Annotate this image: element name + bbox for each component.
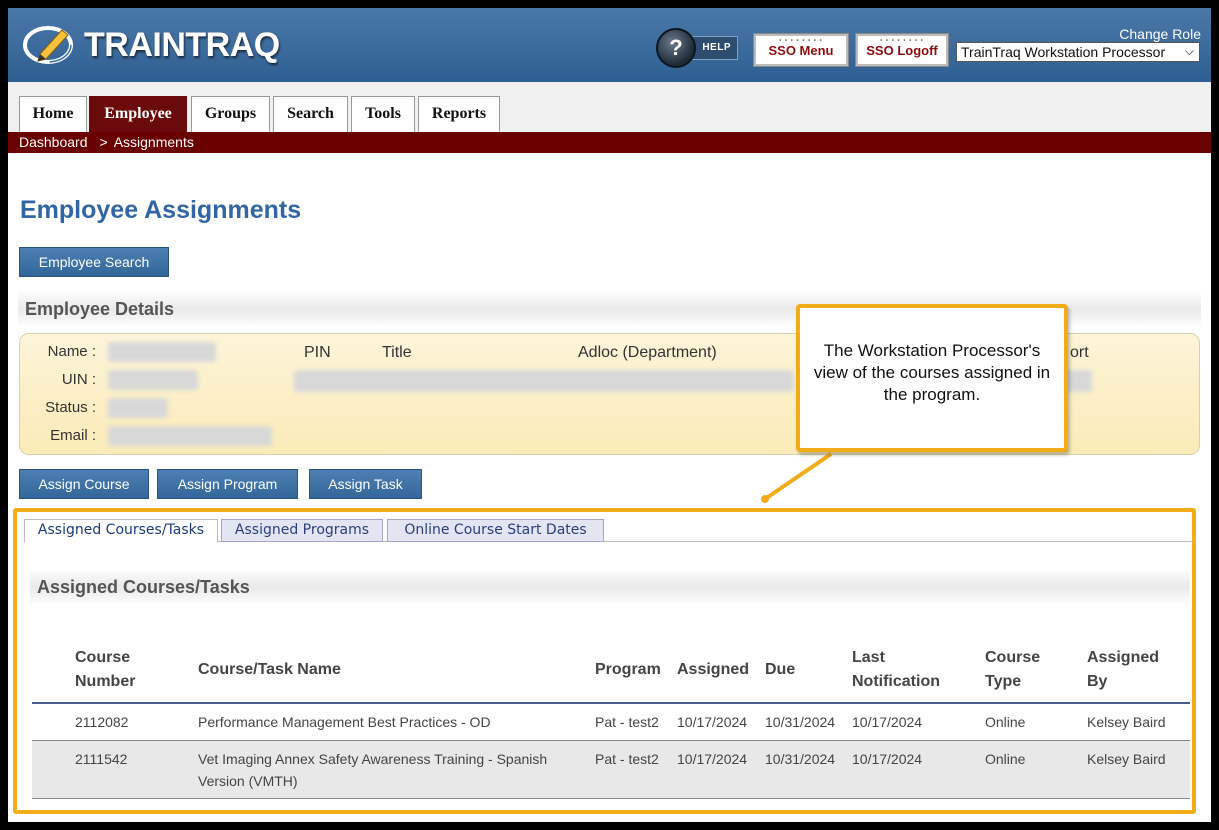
col-last-line1: Last	[852, 649, 885, 666]
table-row[interactable]: 2111542 Vet Imaging Annex Safety Awarene…	[32, 741, 1190, 799]
col-type-line2: Type	[985, 673, 1022, 690]
row-program: Pat - test2	[595, 714, 659, 730]
row-course-number: 2112082	[75, 714, 129, 730]
col-type-line1: Course	[985, 649, 1041, 666]
col-assigned-by[interactable]: Assigned By	[1087, 646, 1159, 694]
row-course-type: Online	[985, 714, 1026, 730]
tab-online-start-dates[interactable]: Online Course Start Dates	[387, 519, 604, 542]
row-last-notification: 10/17/2024	[852, 714, 923, 730]
col-course-name[interactable]: Course/Task Name	[198, 658, 341, 682]
col-last-line2: Notification	[852, 673, 940, 690]
col-course-number[interactable]: Course Number	[75, 646, 135, 694]
col-course-number-line2: Number	[75, 673, 136, 690]
col-due[interactable]: Due	[765, 658, 795, 682]
row-program: Pat - test2	[595, 751, 659, 767]
assigned-courses-heading: Assigned Courses/Tasks	[30, 570, 1190, 604]
tab-assigned-programs[interactable]: Assigned Programs	[221, 519, 383, 542]
row-assigned-date: 10/17/2024	[677, 714, 748, 730]
row-due-date: 10/31/2024	[765, 751, 836, 767]
row-due-date: 10/31/2024	[765, 714, 836, 730]
col-course-type[interactable]: Course Type	[985, 646, 1040, 694]
col-course-number-line1: Course	[75, 649, 131, 666]
row-course-name[interactable]: Vet Imaging Annex Safety Awareness Train…	[198, 748, 583, 792]
tab-assigned-courses[interactable]: Assigned Courses/Tasks	[24, 519, 218, 543]
col-by-line1: Assigned	[1087, 649, 1160, 666]
annotation-callout: The Workstation Processor's view of the …	[796, 304, 1068, 452]
app-window: TRAINTRAQ HELP ? • • • • • • • • SSO Men…	[8, 8, 1211, 822]
callout-text: The Workstation Processor's view of the …	[813, 341, 1051, 404]
row-assigned-date: 10/17/2024	[677, 751, 748, 767]
col-last-notification[interactable]: Last Notification	[852, 646, 940, 694]
row-last-notification: 10/17/2024	[852, 751, 923, 767]
row-course-type: Online	[985, 751, 1026, 767]
row-course-name[interactable]: Performance Management Best Practices - …	[198, 711, 491, 733]
col-by-line2: By	[1087, 673, 1108, 690]
table-row[interactable]: 2112082 Performance Management Best Prac…	[32, 704, 1190, 741]
col-assigned[interactable]: Assigned	[677, 658, 749, 682]
row-assigned-by: Kelsey Baird	[1087, 751, 1166, 767]
col-program[interactable]: Program	[595, 658, 661, 682]
row-assigned-by: Kelsey Baird	[1087, 714, 1166, 730]
row-course-number: 2111542	[75, 751, 128, 767]
